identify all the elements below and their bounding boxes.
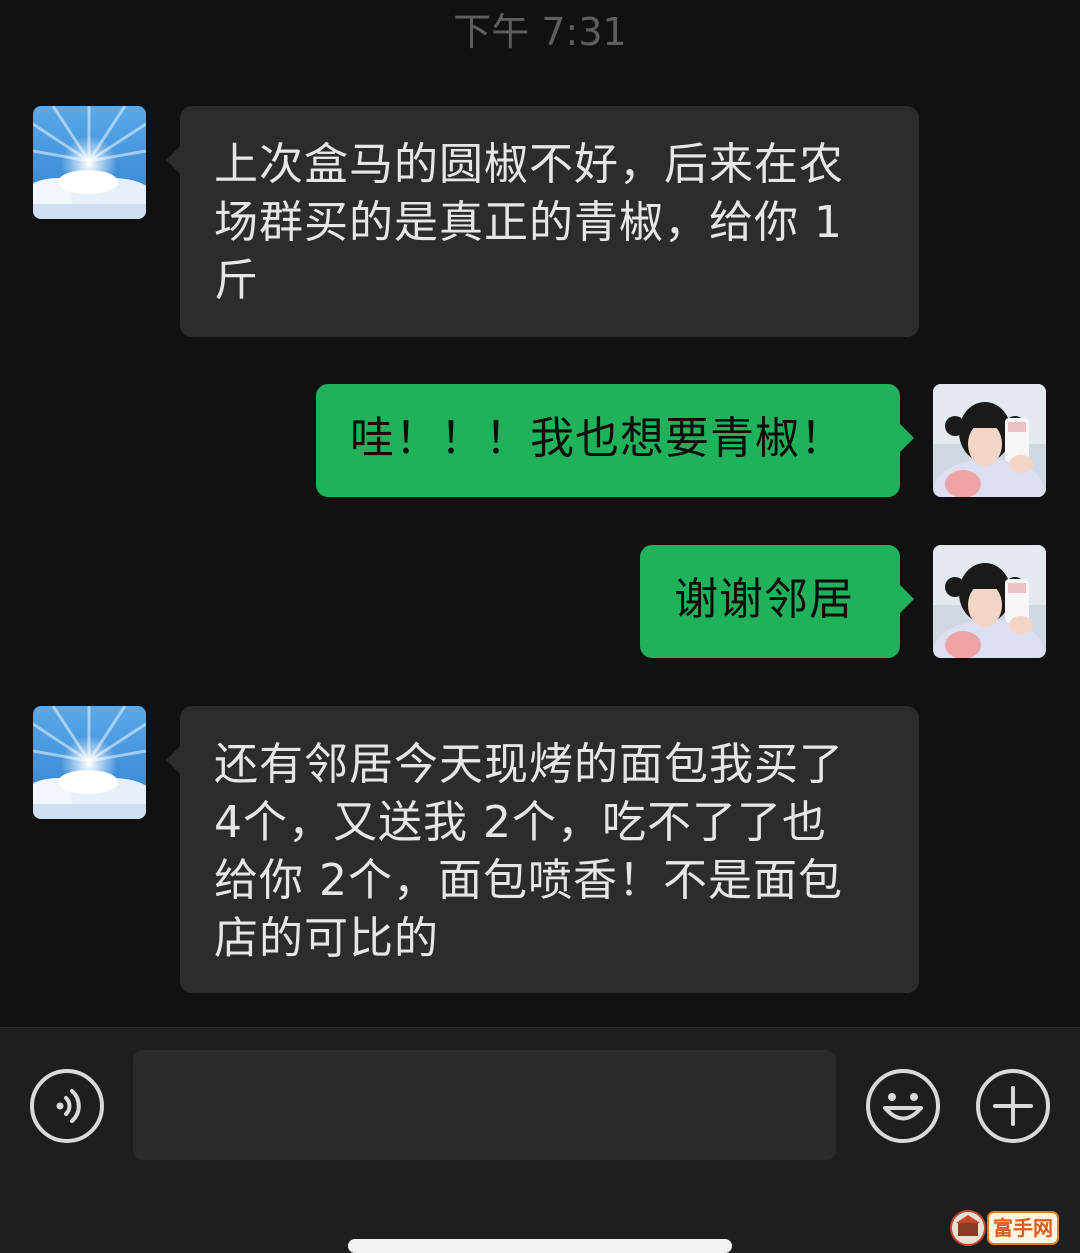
girl-avatar[interactable] (933, 545, 1046, 658)
incoming-message-bubble[interactable]: 还有邻居今天现烤的面包我买了 4个，又送我 2个，吃不了了也 给你 2个，面包喷… (166, 706, 919, 993)
watermark-text: 富手网 (993, 1216, 1053, 1240)
sky-avatar-image (33, 706, 146, 819)
watermark-logo-image: 富手网 (950, 1210, 1059, 1246)
sky-avatar-image (33, 106, 146, 219)
message-line: 场群买的是真正的青椒，给你 1 (214, 197, 843, 248)
home-indicator[interactable] (348, 1239, 732, 1253)
message-line: 斤 (214, 255, 259, 306)
voice-icon (56, 1089, 81, 1123)
outgoing-message-bubble[interactable]: 哇！！！我也想要青椒！ (316, 384, 914, 497)
sky-avatar[interactable] (33, 106, 146, 219)
message-line: 上次盒马的圆椒不好，后来在农 (214, 139, 844, 190)
message-line: 店的可比的 (214, 913, 439, 964)
plus-icon (993, 1086, 1033, 1126)
message-input[interactable] (133, 1050, 836, 1160)
voice-button[interactable] (30, 1069, 104, 1143)
emoji-icon (883, 1093, 923, 1121)
girl-avatar[interactable] (933, 384, 1046, 497)
watermark-logo: 富手网 (948, 1208, 1060, 1248)
outgoing-message-bubble[interactable]: 谢谢邻居 (640, 545, 914, 658)
sky-avatar[interactable] (33, 706, 146, 819)
message-line: 谢谢邻居 (674, 574, 854, 625)
message-timestamp: 下午 7:31 (453, 10, 627, 54)
message-line: 4个，又送我 2个，吃不了了也 (214, 797, 827, 848)
message-line: 还有邻居今天现烤的面包我买了 (214, 739, 844, 790)
chat-screen: 下午 7:31 上次盒马的圆椒不好，后来在农 场群买的是真正的青椒，给你 1 斤… (0, 0, 1080, 1253)
emoji-button[interactable] (866, 1069, 940, 1143)
message-line: 给你 2个，面包喷香！不是面包 (214, 855, 843, 906)
incoming-message-bubble[interactable]: 上次盒马的圆椒不好，后来在农 场群买的是真正的青椒，给你 1 斤 (166, 106, 919, 337)
girl-avatar-image (933, 545, 1046, 658)
message-line: 哇！！！我也想要青椒！ (350, 413, 845, 464)
chat-input-bar (0, 1027, 1080, 1253)
plus-button[interactable] (976, 1069, 1050, 1143)
girl-avatar-image (933, 384, 1046, 497)
